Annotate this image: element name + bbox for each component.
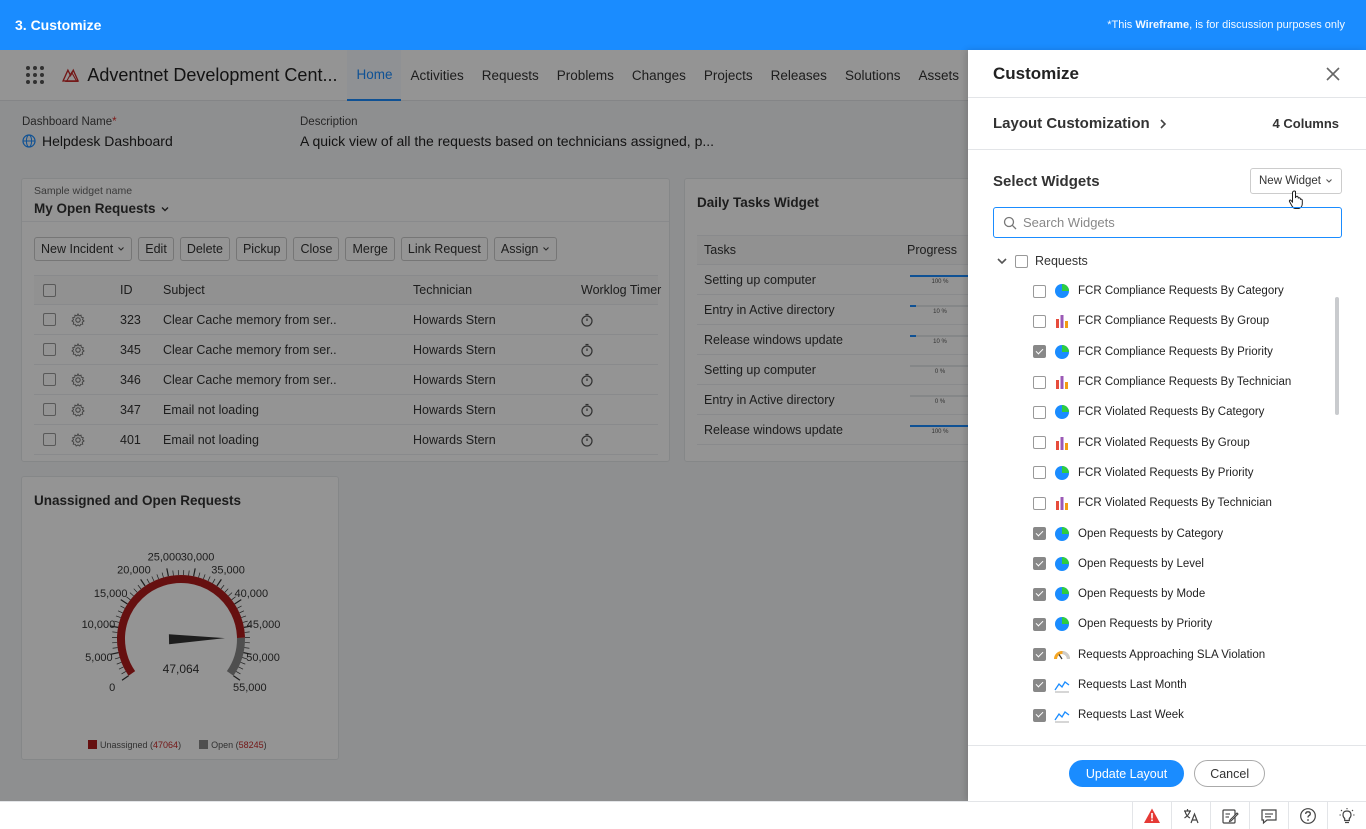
widget-checkbox[interactable] xyxy=(1033,466,1046,480)
widget-label: Requests Last Week xyxy=(1078,709,1184,722)
widget-checkbox[interactable] xyxy=(1033,496,1046,510)
pie-chart-icon xyxy=(1055,617,1069,632)
bar-chart-icon xyxy=(1056,376,1068,390)
pie-chart-icon xyxy=(1055,556,1069,571)
search-widgets-box[interactable] xyxy=(993,207,1342,238)
widget-list-item[interactable]: Requests Last Week xyxy=(968,700,1366,730)
widget-tree: Requests FCR Compliance Requests By Cate… xyxy=(968,246,1366,742)
widget-list-item[interactable]: Open Requests by Priority xyxy=(968,609,1366,639)
widget-list-item[interactable]: Open Requests by Level xyxy=(968,549,1366,579)
chevron-down-icon xyxy=(1326,179,1332,183)
translate-icon xyxy=(1184,809,1199,824)
select-widgets-title: Select Widgets xyxy=(993,172,1100,190)
help-icon xyxy=(1300,808,1316,824)
pie-chart-icon xyxy=(1055,284,1069,299)
pie-chart-icon xyxy=(1055,587,1069,602)
widget-checkbox[interactable] xyxy=(1033,345,1046,359)
widget-list-item[interactable]: FCR Compliance Requests By Technician xyxy=(968,367,1366,397)
widget-list-item[interactable]: Requests Last Month xyxy=(968,670,1366,700)
banner-note: *This Wireframe, is for discussion purpo… xyxy=(1107,19,1345,31)
widget-checkbox[interactable] xyxy=(1033,527,1046,541)
tips-button[interactable] xyxy=(1327,802,1366,829)
widget-label: Open Requests by Mode xyxy=(1078,588,1206,601)
group-label: Requests xyxy=(1035,254,1088,268)
widget-checkbox[interactable] xyxy=(1033,617,1046,631)
widget-list-item[interactable]: FCR Violated Requests By Group xyxy=(968,427,1366,457)
widget-checkbox[interactable] xyxy=(1033,436,1046,450)
widget-list-item[interactable]: FCR Compliance Requests By Group xyxy=(968,306,1366,336)
chat-button[interactable] xyxy=(1249,802,1288,829)
lightbulb-icon xyxy=(1339,808,1355,824)
layout-columns-value: 4 Columns xyxy=(1272,116,1339,131)
widget-checkbox[interactable] xyxy=(1033,648,1046,662)
wireframe-banner: 3. Customize *This Wireframe, is for dis… xyxy=(0,0,1366,50)
widget-list-item[interactable]: Requests Approaching SLA Violation xyxy=(968,640,1366,670)
widget-checkbox[interactable] xyxy=(1033,405,1046,419)
panel-title: Customize xyxy=(993,63,1079,83)
edit-note-icon xyxy=(1222,809,1239,824)
update-layout-button[interactable]: Update Layout xyxy=(1068,760,1185,787)
widget-list-item[interactable]: FCR Compliance Requests By Priority xyxy=(968,337,1366,367)
bar-chart-icon xyxy=(1056,315,1068,329)
widget-label: Open Requests by Level xyxy=(1078,557,1204,570)
chevron-down-icon[interactable] xyxy=(996,255,1008,267)
pie-chart-icon xyxy=(1055,344,1069,359)
widget-list-item[interactable]: FCR Violated Requests By Priority xyxy=(968,458,1366,488)
bottom-status-bar xyxy=(0,801,1366,829)
widget-checkbox[interactable] xyxy=(1033,375,1046,389)
pie-chart-icon xyxy=(1055,526,1069,541)
widget-label: FCR Violated Requests By Technician xyxy=(1078,497,1272,510)
translate-button[interactable] xyxy=(1171,802,1210,829)
widget-label: FCR Violated Requests By Priority xyxy=(1078,466,1254,479)
panel-footer: Update Layout Cancel xyxy=(968,745,1366,801)
warning-icon xyxy=(1144,808,1160,823)
widget-list-item[interactable]: FCR Violated Requests By Category xyxy=(968,397,1366,427)
widget-checkbox[interactable] xyxy=(1033,314,1046,328)
group-checkbox[interactable] xyxy=(1015,254,1028,268)
chat-icon xyxy=(1261,809,1277,825)
notes-button[interactable] xyxy=(1210,802,1249,829)
search-icon xyxy=(1003,216,1017,229)
widget-list-item[interactable]: Open Requests by Category xyxy=(968,518,1366,548)
customize-panel: Customize Layout Customization 4 Columns… xyxy=(968,50,1366,801)
cancel-button[interactable]: Cancel xyxy=(1194,760,1266,787)
bar-chart-icon xyxy=(1056,436,1068,450)
widget-list-item[interactable]: FCR Compliance Requests By Category xyxy=(968,276,1366,306)
pie-chart-icon xyxy=(1055,405,1069,420)
widget-label: Open Requests by Priority xyxy=(1078,618,1213,631)
widget-label: Requests Last Month xyxy=(1078,679,1187,691)
bar-chart-icon xyxy=(1056,497,1068,511)
widget-label: Open Requests by Category xyxy=(1078,527,1224,540)
layout-customization-label: Layout Customization xyxy=(993,115,1150,132)
widget-checkbox[interactable] xyxy=(1033,708,1046,722)
widget-checkbox[interactable] xyxy=(1033,587,1046,601)
widget-label: FCR Compliance Requests By Category xyxy=(1078,285,1284,298)
app-area: Adventnet Development Cent... Home Activi… xyxy=(0,50,968,801)
pie-chart-icon xyxy=(1055,465,1069,480)
widget-list-scrollbar[interactable] xyxy=(1335,297,1339,415)
widget-label: FCR Compliance Requests By Technician xyxy=(1078,376,1292,389)
widget-label: FCR Compliance Requests By Priority xyxy=(1078,345,1273,358)
tree-group-requests[interactable]: Requests xyxy=(968,246,1366,276)
search-widgets-input[interactable] xyxy=(1023,215,1323,230)
widget-list-item[interactable]: Open Requests by Mode xyxy=(968,579,1366,609)
alert-button[interactable] xyxy=(1132,802,1171,829)
widget-label: FCR Violated Requests By Category xyxy=(1078,406,1265,419)
widget-label: FCR Compliance Requests By Group xyxy=(1078,315,1270,328)
banner-title: 3. Customize xyxy=(15,17,102,33)
widget-label: FCR Violated Requests By Group xyxy=(1078,436,1250,449)
widget-list-item[interactable]: FCR Violated Requests By Technician xyxy=(968,488,1366,518)
widget-label: Requests Approaching SLA Violation xyxy=(1078,648,1266,661)
help-button[interactable] xyxy=(1288,802,1327,829)
layout-customization-row[interactable]: Layout Customization 4 Columns xyxy=(968,98,1366,150)
line-chart-icon xyxy=(1054,711,1070,723)
line-chart-icon xyxy=(1054,681,1070,693)
widget-checkbox[interactable] xyxy=(1033,284,1046,298)
close-icon[interactable] xyxy=(1325,66,1341,82)
widget-checkbox[interactable] xyxy=(1033,557,1046,571)
gauge-icon xyxy=(1054,650,1070,660)
widget-checkbox[interactable] xyxy=(1033,678,1046,692)
chevron-right-icon xyxy=(1160,118,1166,129)
modal-overlay[interactable] xyxy=(0,50,968,801)
